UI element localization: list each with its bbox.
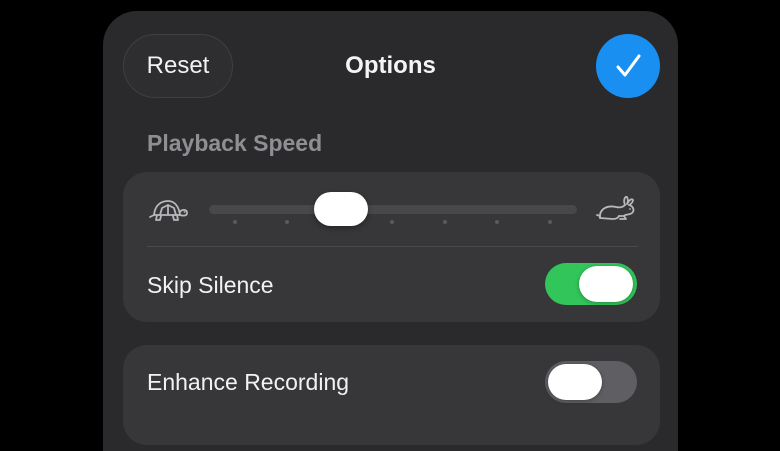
playback-speed-slider[interactable] [209,205,577,214]
toggle-knob [548,364,602,400]
enhance-recording-toggle[interactable] [545,361,637,403]
checkmark-icon [616,54,641,77]
slider-tick [285,220,289,224]
options-sheet: Reset Options Playback Speed Skip Silenc… [103,11,678,451]
reset-button[interactable]: Reset [123,34,233,98]
skip-silence-label: Skip Silence [147,272,274,298]
playback-speed-header: Playback Speed [147,130,323,156]
slider-thumb[interactable] [314,192,369,226]
enhance-recording-group: Enhance Recording [123,345,660,445]
slider-tick [233,220,237,224]
rabbit-icon [596,195,635,220]
enhance-recording-label: Enhance Recording [147,369,350,395]
divider [147,246,638,247]
reset-button-label: Reset [146,52,210,79]
turtle-icon [149,200,188,221]
slider-tick [495,220,499,224]
slider-tick [548,220,552,224]
skip-silence-toggle[interactable] [545,263,637,305]
slider-tick [390,220,394,224]
playback-speed-group: Skip Silence [123,172,660,322]
page-title: Options [345,52,436,79]
slider-tick [443,220,447,224]
done-button[interactable] [596,34,660,98]
toggle-knob [579,266,633,302]
